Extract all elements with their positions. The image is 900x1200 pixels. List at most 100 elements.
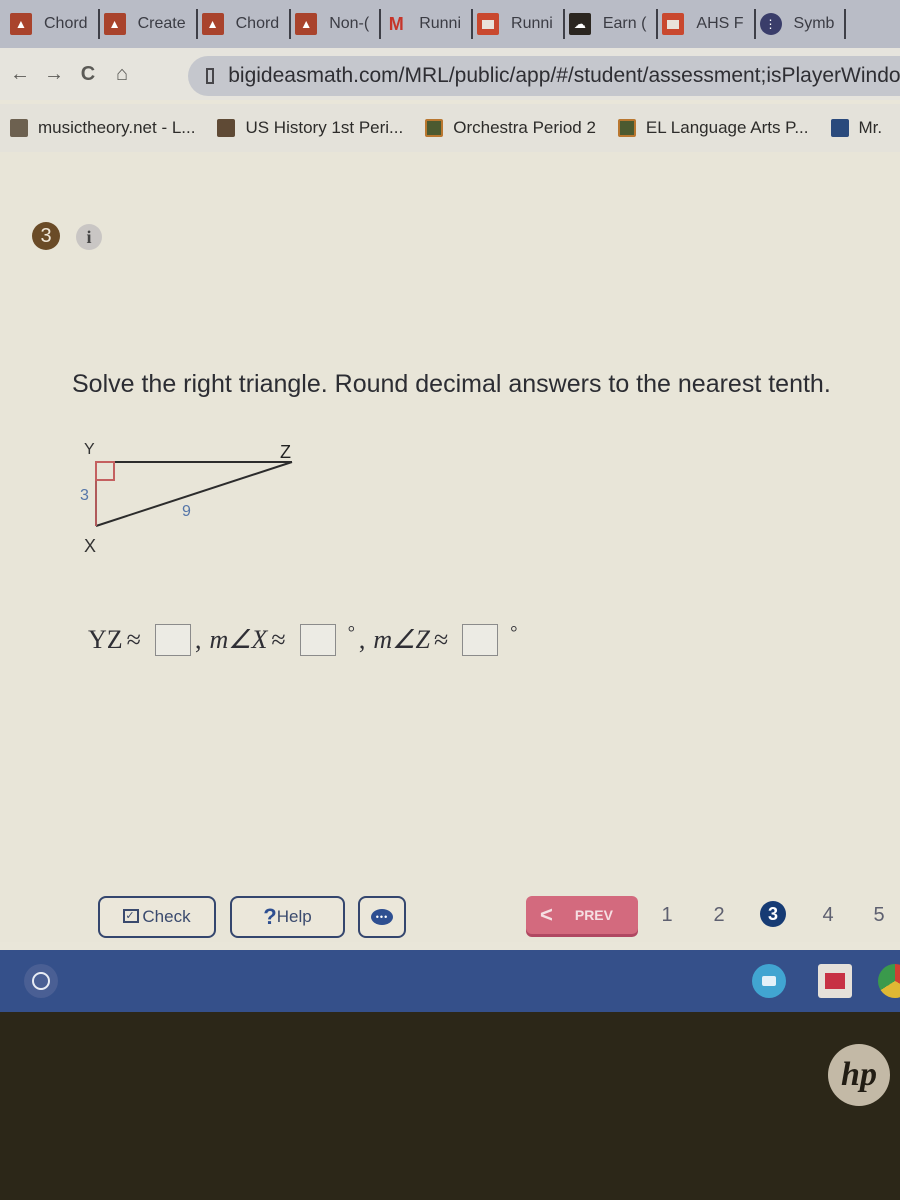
tab-chord-1[interactable]: ▲ Chord: [6, 9, 100, 39]
tab-label: Earn (: [602, 15, 647, 32]
chat-button[interactable]: •••: [358, 896, 406, 938]
classroom-icon: ▲: [295, 13, 318, 35]
tab-label: Symb: [793, 15, 835, 32]
side-xz: [95, 461, 293, 527]
help-label: Help: [276, 907, 312, 926]
angle-x-label: m∠X: [209, 625, 268, 654]
classroom-icon: [830, 119, 849, 137]
bookmark-el-language-arts[interactable]: EL Language Arts P...: [617, 118, 809, 138]
chevron-left-icon: <: [540, 902, 553, 927]
tab-chord-2[interactable]: ▲ Chord: [198, 9, 292, 39]
bookmark-label: US History 1st Peri...: [245, 118, 404, 137]
bookmark-label: EL Language Arts P...: [645, 118, 809, 137]
symbol-icon: ⋮: [759, 13, 782, 35]
angle-z-label: m∠Z: [373, 625, 430, 654]
tab-earn[interactable]: ☁ Earn (: [565, 9, 659, 39]
side-xy-length: 3: [80, 487, 89, 504]
bookmarks-bar: musictheory.net - L... US History 1st Pe…: [0, 104, 900, 152]
chrome-icon[interactable]: [878, 964, 900, 998]
classroom-icon: ▲: [201, 13, 224, 35]
bookmark-us-history[interactable]: US History 1st Peri...: [217, 118, 403, 138]
launcher-icon[interactable]: [24, 964, 58, 998]
slides-icon: [477, 13, 500, 35]
degree-symbol: °: [347, 621, 355, 642]
reload-icon[interactable]: C: [74, 63, 102, 86]
right-angle-marker: [95, 461, 115, 481]
tab-label: Chord: [44, 15, 88, 32]
question-prompt: Solve the right triangle. Round decimal …: [72, 370, 831, 398]
app-shortcut-icon[interactable]: [818, 964, 852, 998]
url-text: bigideasmath.com/MRL/public/app/#/studen…: [228, 64, 900, 87]
bookmark-mr[interactable]: Mr.: [830, 118, 883, 138]
prev-button[interactable]: < PREV: [526, 896, 638, 934]
tab-label: Runni: [419, 15, 462, 32]
answer-row: YZ ≈ , m∠X ≈ ° , m∠Z ≈ °: [88, 621, 518, 656]
laptop-screen: ▲ Chord ▲ Create ▲ Chord ▲ Non-( M Runni Runn…: [0, 0, 900, 1012]
forward-arrow-icon[interactable]: →: [40, 63, 68, 86]
bookmark-label: Orchestra Period 2: [453, 118, 596, 137]
vertex-x-label: X: [84, 536, 96, 556]
approx-symbol: ≈: [271, 625, 286, 654]
side-xz-length: 9: [182, 503, 191, 520]
gmail-icon: M: [388, 13, 404, 34]
classroom-icon: [425, 119, 444, 137]
assessment-content: 3 i Solve the right triangle. Round deci…: [0, 152, 900, 942]
vertex-z-label: Z: [280, 442, 291, 462]
page-info-icon[interactable]: [206, 68, 215, 84]
classroom-icon: [617, 119, 636, 137]
angle-x-answer-input[interactable]: [299, 624, 336, 656]
check-button[interactable]: ✓ Check: [98, 896, 216, 938]
bookmark-orchestra[interactable]: Orchestra Period 2: [425, 118, 596, 138]
back-arrow-icon[interactable]: ←: [6, 63, 34, 86]
tab-label: Chord: [235, 15, 280, 32]
assessment-footer: ✓ Check ? Help ••• < PREV 1 2 3 4 5: [0, 892, 900, 942]
laptop-bezel: [0, 1012, 900, 1200]
page-link-4[interactable]: 4: [815, 904, 841, 927]
bookmark-musictheory[interactable]: musictheory.net - L...: [10, 118, 195, 138]
tab-non[interactable]: ▲ Non-(: [291, 9, 382, 39]
info-icon[interactable]: i: [76, 224, 102, 250]
approx-symbol: ≈: [433, 625, 449, 654]
page-link-2[interactable]: 2: [706, 904, 732, 927]
bookmark-label: musictheory.net - L...: [38, 118, 196, 137]
address-bar[interactable]: bigideasmath.com/MRL/public/app/#/studen…: [188, 56, 900, 96]
prev-label: PREV: [574, 907, 613, 923]
right-triangle-diagram: Y Z X 3 9: [80, 441, 293, 556]
page-link-3-current[interactable]: 3: [760, 901, 786, 927]
vertex-y-label: Y: [84, 441, 95, 458]
tab-symb[interactable]: ⋮ Symb: [756, 9, 847, 39]
page-link-5[interactable]: 5: [866, 904, 892, 927]
approx-symbol: ≈: [126, 625, 141, 654]
page-link-1[interactable]: 1: [654, 904, 680, 927]
home-icon[interactable]: ⌂: [108, 63, 136, 86]
yz-answer-input[interactable]: [154, 624, 191, 656]
tab-running-slides[interactable]: Runni: [473, 9, 565, 39]
chat-bubble-icon: •••: [371, 909, 393, 925]
check-label: Check: [142, 907, 191, 926]
browser-toolbar: ← → C ⌂ bigideasmath.com/MRL/public/app/…: [0, 48, 900, 100]
tab-label: Create: [137, 15, 186, 32]
browser-tab-strip: ▲ Chord ▲ Create ▲ Chord ▲ Non-( M Runni Runn…: [0, 0, 900, 48]
comma: ,: [358, 625, 366, 654]
yz-label: YZ: [88, 625, 123, 654]
question-mark-icon: ?: [263, 904, 277, 929]
hp-logo: hp: [828, 1044, 890, 1106]
tab-label: Non-(: [329, 15, 370, 32]
earn-icon: ☁: [568, 13, 591, 35]
tab-label: AHS F: [696, 15, 744, 32]
tab-ahs[interactable]: AHS F: [658, 9, 756, 39]
angle-z-answer-input[interactable]: [462, 624, 499, 656]
degree-symbol: °: [510, 621, 518, 642]
tab-create[interactable]: ▲ Create: [100, 9, 198, 39]
comma: ,: [194, 625, 202, 654]
classroom-icon: ▲: [10, 13, 32, 35]
question-number-badge: 3: [32, 222, 60, 250]
tab-label: Runni: [511, 15, 553, 32]
meet-app-icon[interactable]: [752, 964, 786, 998]
help-button[interactable]: ? Help: [230, 896, 345, 938]
checkbox-icon: ✓: [123, 909, 140, 923]
bookmark-label: Mr.: [858, 118, 883, 137]
tab-running-gmail[interactable]: M Runni: [381, 9, 474, 39]
classroom-icon: ▲: [103, 13, 126, 35]
classroom-icon: [217, 119, 236, 137]
